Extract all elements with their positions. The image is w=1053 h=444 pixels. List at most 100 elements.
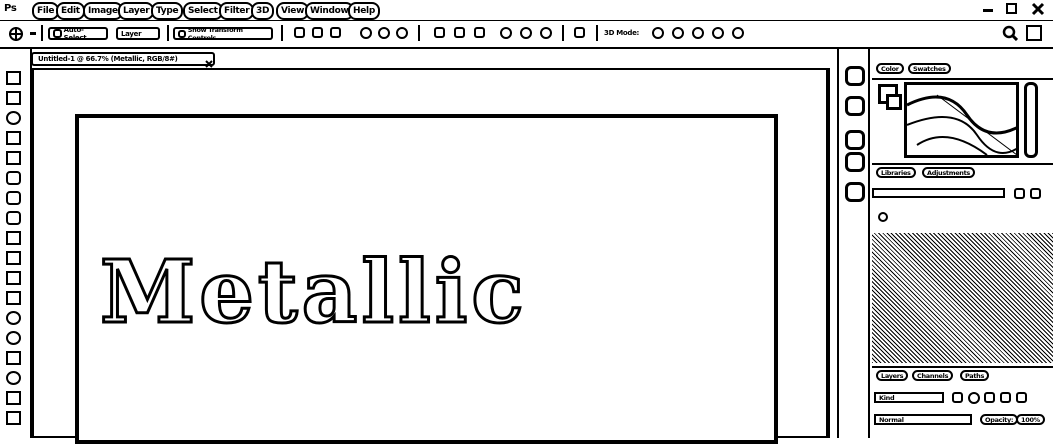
align-left-icon[interactable] xyxy=(360,27,372,39)
menu-type[interactable]: Type xyxy=(151,2,184,20)
divider xyxy=(281,25,283,41)
healing-brush-tool-icon[interactable] xyxy=(6,191,21,205)
align-top-icon[interactable] xyxy=(294,27,305,38)
filter-pixel-icon[interactable] xyxy=(952,392,963,403)
filter-type-icon[interactable] xyxy=(984,392,995,403)
move-tool-icon[interactable] xyxy=(6,71,21,85)
tool-preset-dropdown-icon[interactable] xyxy=(30,32,36,35)
minimize-icon[interactable] xyxy=(983,9,993,12)
document-tab[interactable]: Untitled-1 @ 66.7% (Metallic, RGB/8#) xyxy=(31,52,215,66)
tab-paths[interactable]: Paths xyxy=(960,370,990,381)
metallic-text-layer[interactable]: Metallic xyxy=(99,246,780,339)
eraser-tool-icon[interactable] xyxy=(6,271,21,285)
align-vcenter-icon[interactable] xyxy=(312,27,323,38)
document-tab-title: Untitled-1 @ 66.7% (Metallic, RGB/8#) xyxy=(38,55,178,63)
tab-libraries[interactable]: Libraries xyxy=(876,167,916,178)
menu-3d[interactable]: 3D xyxy=(251,2,275,20)
3d-pan-icon[interactable] xyxy=(692,27,704,39)
tab-layers[interactable]: Layers xyxy=(876,370,909,381)
color-picker-field[interactable] xyxy=(904,82,1019,158)
workspace-icon[interactable] xyxy=(1026,25,1042,41)
3d-mode-label: 3D Mode: xyxy=(604,29,640,37)
history-panel-icon[interactable] xyxy=(845,66,865,86)
quick-selection-tool-icon[interactable] xyxy=(6,131,21,145)
gradient-tool-icon[interactable] xyxy=(6,291,21,305)
checkbox-icon xyxy=(53,29,62,38)
layer-filter-dropdown[interactable]: Kind xyxy=(874,392,944,403)
character-panel-icon[interactable] xyxy=(845,130,865,150)
divider xyxy=(872,163,1053,165)
tab-close-icon[interactable] xyxy=(204,54,214,68)
hue-slider[interactable] xyxy=(1024,82,1038,158)
distribute-bottom-icon[interactable] xyxy=(474,27,485,38)
filter-adjustment-icon[interactable] xyxy=(968,392,980,404)
background-color-swatch[interactable] xyxy=(886,94,902,110)
crop-tool-icon[interactable] xyxy=(6,151,21,165)
library-search-icon[interactable] xyxy=(878,212,888,222)
menu-help[interactable]: Help xyxy=(348,2,380,20)
blend-mode-dropdown[interactable]: Normal xyxy=(874,414,972,425)
tab-color[interactable]: Color xyxy=(876,63,904,74)
show-transform-controls-checkbox[interactable]: Show Transform Controls xyxy=(173,26,273,42)
properties-panel-icon[interactable] xyxy=(845,96,865,116)
eyedropper-tool-icon[interactable] xyxy=(6,171,21,185)
canvas-scrollbar[interactable] xyxy=(828,68,836,438)
path-selection-tool-icon[interactable] xyxy=(6,411,21,425)
align-bottom-icon[interactable] xyxy=(330,27,341,38)
dodge-tool-icon[interactable] xyxy=(6,331,21,345)
distribute-top-icon[interactable] xyxy=(434,27,445,38)
divider xyxy=(167,25,169,41)
pen-tool-icon[interactable] xyxy=(6,371,21,385)
brush-tool-icon[interactable] xyxy=(6,211,21,225)
filter-shape-icon[interactable] xyxy=(1000,392,1011,403)
tab-adjustments[interactable]: Adjustments xyxy=(922,167,975,178)
history-brush-tool-icon[interactable] xyxy=(6,251,21,265)
filter-smart-object-icon[interactable] xyxy=(1016,392,1027,403)
clone-stamp-tool-icon[interactable] xyxy=(6,231,21,245)
3d-rotate-icon[interactable] xyxy=(652,27,664,39)
search-icon[interactable] xyxy=(1002,25,1019,42)
tab-swatches[interactable]: Swatches xyxy=(908,63,951,74)
align-hcenter-icon[interactable] xyxy=(378,27,390,39)
auto-align-layers-icon[interactable] xyxy=(574,27,585,38)
menu-bar: Ps File Edit Image Layer Type Select Fil… xyxy=(0,0,1053,20)
glyphs-panel-icon[interactable] xyxy=(845,182,865,202)
distribute-vcenter-icon[interactable] xyxy=(454,27,465,38)
menu-filter[interactable]: Filter xyxy=(219,2,255,20)
distribute-hcenter-icon[interactable] xyxy=(520,27,532,39)
artboard-tool-icon[interactable] xyxy=(6,91,21,105)
maximize-icon[interactable] xyxy=(1006,3,1017,14)
auto-select-checkbox[interactable]: Auto-Select xyxy=(48,26,108,42)
opacity-field[interactable]: 100% xyxy=(1016,414,1045,425)
lasso-tool-icon[interactable] xyxy=(6,111,21,125)
distribute-right-icon[interactable] xyxy=(540,27,552,39)
blend-mode-value: Normal xyxy=(879,415,904,424)
distribute-left-icon[interactable] xyxy=(500,27,512,39)
grid-view-icon[interactable] xyxy=(1014,188,1025,199)
menu-image[interactable]: Image xyxy=(83,2,123,20)
checkbox-icon xyxy=(178,29,186,38)
divider xyxy=(872,366,1053,368)
menu-select[interactable]: Select xyxy=(183,2,223,20)
menu-layer[interactable]: Layer xyxy=(118,2,155,20)
auto-select-target-value: Layer xyxy=(121,29,142,38)
tab-channels[interactable]: Channels xyxy=(912,370,954,381)
paragraph-panel-icon[interactable] xyxy=(845,152,865,172)
move-tool-icon[interactable] xyxy=(8,26,24,42)
3d-slide-icon[interactable] xyxy=(712,27,724,39)
auto-select-target-dropdown[interactable]: Layer xyxy=(116,27,160,40)
menu-edit[interactable]: Edit xyxy=(56,2,85,20)
align-right-icon[interactable] xyxy=(396,27,408,39)
list-view-icon[interactable] xyxy=(1030,188,1041,199)
blur-tool-icon[interactable] xyxy=(6,311,21,325)
panel-icon-column xyxy=(837,48,870,438)
library-dropdown[interactable] xyxy=(872,188,1005,198)
type-tool-icon[interactable] xyxy=(6,391,21,405)
3d-scale-icon[interactable] xyxy=(732,27,744,39)
3d-roll-icon[interactable] xyxy=(672,27,684,39)
text-tool-icon[interactable] xyxy=(6,351,21,365)
layer-filter-value: Kind xyxy=(879,393,895,402)
divider xyxy=(596,25,598,41)
close-icon[interactable] xyxy=(1030,1,1046,17)
menu-window[interactable]: Window xyxy=(305,2,354,20)
